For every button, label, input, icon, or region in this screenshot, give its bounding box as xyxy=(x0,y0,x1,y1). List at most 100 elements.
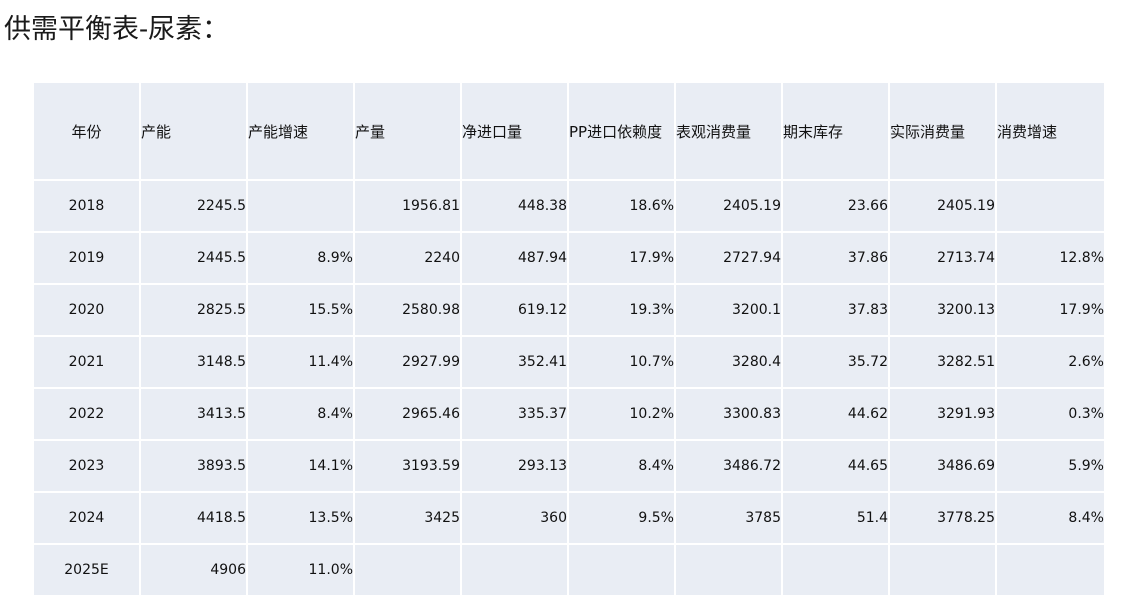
cell-year: 2018 xyxy=(32,179,141,233)
cell-net-import xyxy=(460,543,569,597)
header-output: 产量 xyxy=(353,81,462,181)
cell-actual-consumption: 3291.93 xyxy=(888,387,997,441)
cell-capacity-growth: 11.4% xyxy=(246,335,355,389)
cell-apparent-consumption: 3280.4 xyxy=(674,335,783,389)
cell-import-dependency: 10.2% xyxy=(567,387,676,441)
cell-consumption-growth xyxy=(995,543,1106,597)
header-ending-inventory: 期末库存 xyxy=(781,81,890,181)
cell-import-dependency xyxy=(567,543,676,597)
table-body: 2018 2245.5 1956.81 448.38 18.6% 2405.19 23.66… xyxy=(32,179,1106,597)
cell-actual-consumption: 3282.51 xyxy=(888,335,997,389)
cell-consumption-growth: 8.4% xyxy=(995,491,1106,545)
cell-ending-inventory: 44.62 xyxy=(781,387,890,441)
cell-capacity: 4418.5 xyxy=(139,491,248,545)
cell-capacity: 3148.5 xyxy=(139,335,248,389)
cell-capacity: 2825.5 xyxy=(139,283,248,337)
cell-import-dependency: 8.4% xyxy=(567,439,676,493)
cell-year: 2023 xyxy=(32,439,141,493)
header-capacity-growth: 产能增速 xyxy=(246,81,355,181)
header-capacity: 产能 xyxy=(139,81,248,181)
header-import-dependency: PP进口依赖度 xyxy=(567,81,676,181)
cell-year: 2019 xyxy=(32,231,141,285)
header-apparent-consumption: 表观消费量 xyxy=(674,81,783,181)
cell-capacity-growth: 8.4% xyxy=(246,387,355,441)
cell-year: 2021 xyxy=(32,335,141,389)
cell-import-dependency: 10.7% xyxy=(567,335,676,389)
cell-capacity: 2245.5 xyxy=(139,179,248,233)
cell-output: 2927.99 xyxy=(353,335,462,389)
header-actual-consumption: 实际消费量 xyxy=(888,81,997,181)
cell-actual-consumption xyxy=(888,543,997,597)
table-row: 2018 2245.5 1956.81 448.38 18.6% 2405.19 23.66… xyxy=(32,179,1106,233)
cell-year: 2024 xyxy=(32,491,141,545)
cell-capacity-growth: 11.0% xyxy=(246,543,355,597)
table-row: 2019 2445.5 8.9% 2240 487.94 17.9% 2727.94 37.8… xyxy=(32,231,1106,285)
cell-import-dependency: 17.9% xyxy=(567,231,676,285)
cell-apparent-consumption: 2727.94 xyxy=(674,231,783,285)
cell-apparent-consumption: 3486.72 xyxy=(674,439,783,493)
cell-output: 3193.59 xyxy=(353,439,462,493)
cell-net-import: 335.37 xyxy=(460,387,569,441)
cell-consumption-growth xyxy=(995,179,1106,233)
table-row: 2023 3893.5 14.1% 3193.59 293.13 8.4% 3486.72 4… xyxy=(32,439,1106,493)
cell-consumption-growth: 0.3% xyxy=(995,387,1106,441)
cell-capacity: 4906 xyxy=(139,543,248,597)
header-consumption-growth: 消费增速 xyxy=(995,81,1106,181)
cell-net-import: 487.94 xyxy=(460,231,569,285)
table-row: 2024 4418.5 13.5% 3425 360 9.5% 3785 51.4 3778.2… xyxy=(32,491,1106,545)
cell-output: 2240 xyxy=(353,231,462,285)
supply-demand-table: 年份 产能 产能增速 产量 净进口量 PP进口依赖度 表观消费量 期末库存 实际… xyxy=(32,81,1106,597)
cell-capacity: 3893.5 xyxy=(139,439,248,493)
cell-consumption-growth: 5.9% xyxy=(995,439,1106,493)
cell-actual-consumption: 3200.13 xyxy=(888,283,997,337)
cell-capacity-growth xyxy=(246,179,355,233)
cell-apparent-consumption: 3300.83 xyxy=(674,387,783,441)
cell-net-import: 619.12 xyxy=(460,283,569,337)
cell-consumption-growth: 12.8% xyxy=(995,231,1106,285)
cell-net-import: 293.13 xyxy=(460,439,569,493)
cell-output: 3425 xyxy=(353,491,462,545)
cell-capacity-growth: 13.5% xyxy=(246,491,355,545)
cell-actual-consumption: 2713.74 xyxy=(888,231,997,285)
cell-net-import: 352.41 xyxy=(460,335,569,389)
cell-actual-consumption: 3778.25 xyxy=(888,491,997,545)
cell-year: 2022 xyxy=(32,387,141,441)
cell-apparent-consumption: 3200.1 xyxy=(674,283,783,337)
cell-net-import: 360 xyxy=(460,491,569,545)
cell-capacity: 3413.5 xyxy=(139,387,248,441)
cell-apparent-consumption: 3785 xyxy=(674,491,783,545)
cell-capacity-growth: 14.1% xyxy=(246,439,355,493)
header-year: 年份 xyxy=(32,81,141,181)
cell-ending-inventory: 35.72 xyxy=(781,335,890,389)
cell-capacity: 2445.5 xyxy=(139,231,248,285)
cell-actual-consumption: 2405.19 xyxy=(888,179,997,233)
cell-apparent-consumption xyxy=(674,543,783,597)
cell-year: 2025E xyxy=(32,543,141,597)
cell-import-dependency: 19.3% xyxy=(567,283,676,337)
cell-output: 1956.81 xyxy=(353,179,462,233)
cell-consumption-growth: 2.6% xyxy=(995,335,1106,389)
cell-actual-consumption: 3486.69 xyxy=(888,439,997,493)
cell-year: 2020 xyxy=(32,283,141,337)
cell-ending-inventory: 37.86 xyxy=(781,231,890,285)
cell-consumption-growth: 17.9% xyxy=(995,283,1106,337)
cell-ending-inventory: 44.65 xyxy=(781,439,890,493)
cell-output: 2580.98 xyxy=(353,283,462,337)
cell-capacity-growth: 15.5% xyxy=(246,283,355,337)
cell-output: 2965.46 xyxy=(353,387,462,441)
cell-ending-inventory xyxy=(781,543,890,597)
cell-import-dependency: 9.5% xyxy=(567,491,676,545)
cell-ending-inventory: 51.4 xyxy=(781,491,890,545)
cell-apparent-consumption: 2405.19 xyxy=(674,179,783,233)
table-header-row: 年份 产能 产能增速 产量 净进口量 PP进口依赖度 表观消费量 期末库存 实际… xyxy=(32,81,1106,181)
table-row: 2025E 4906 11.0% xyxy=(32,543,1106,597)
cell-ending-inventory: 23.66 xyxy=(781,179,890,233)
cell-ending-inventory: 37.83 xyxy=(781,283,890,337)
cell-capacity-growth: 8.9% xyxy=(246,231,355,285)
page-title: 供需平衡表-尿素： xyxy=(4,14,230,45)
table-row: 2021 3148.5 11.4% 2927.99 352.41 10.7% 3280.4 3… xyxy=(32,335,1106,389)
table-row: 2022 3413.5 8.4% 2965.46 335.37 10.2% 3300.83 4… xyxy=(32,387,1106,441)
header-net-import: 净进口量 xyxy=(460,81,569,181)
cell-net-import: 448.38 xyxy=(460,179,569,233)
cell-import-dependency: 18.6% xyxy=(567,179,676,233)
